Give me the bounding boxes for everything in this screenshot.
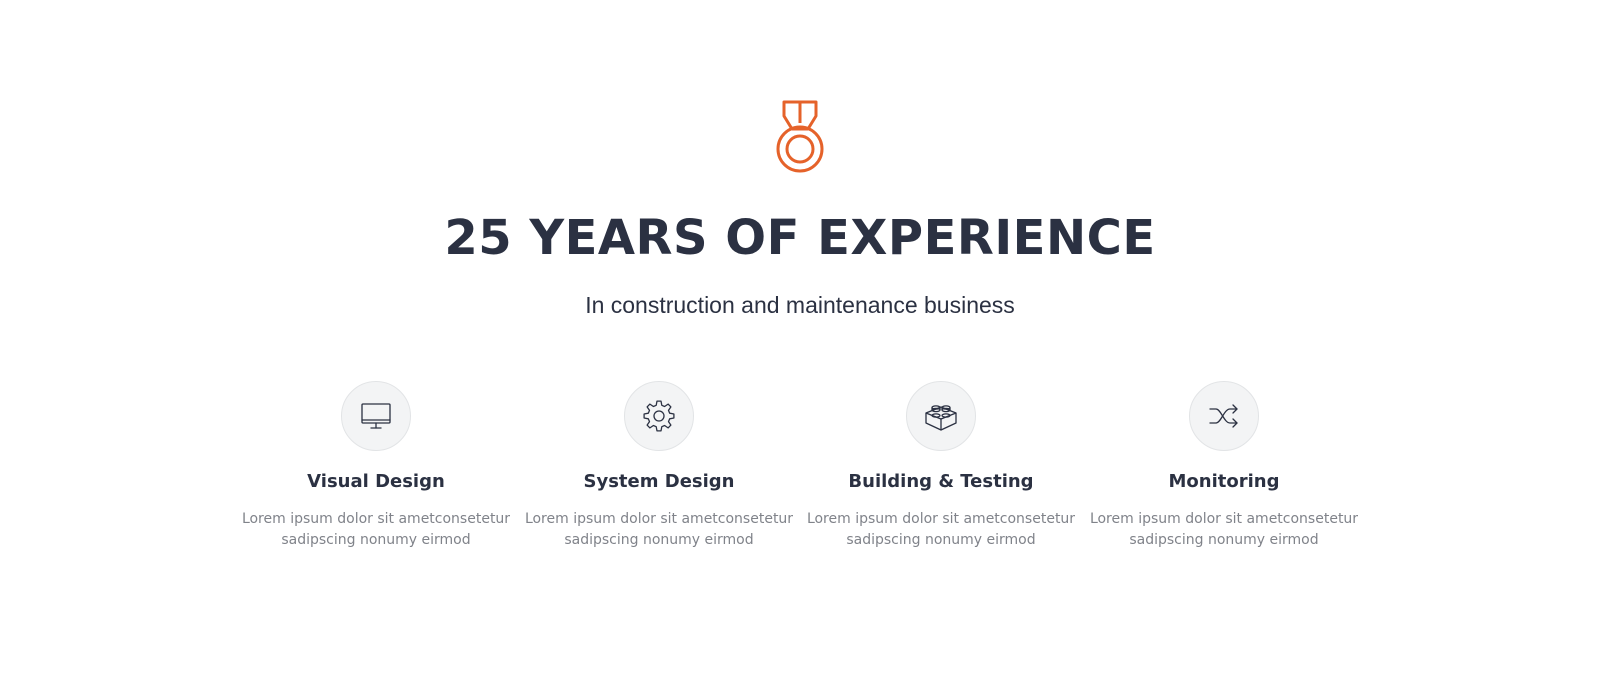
feature-description-line: sadipscing nonumy eirmod: [564, 532, 754, 548]
feature-title: Monitoring: [1168, 471, 1280, 492]
feature-title: Visual Design: [307, 471, 445, 492]
feature-description-line: Lorem ipsum dolor sit ametconsetetur: [524, 511, 794, 527]
feature-description-line: Lorem ipsum dolor sit ametconsetetur: [241, 511, 511, 527]
feature-description: Lorem ipsum dolor sit ametconsetetur sad…: [1083, 509, 1365, 551]
shuffle-icon: [1189, 381, 1259, 451]
feature-description-line: sadipscing nonumy eirmod: [281, 532, 471, 548]
feature-description-line: sadipscing nonumy eirmod: [846, 532, 1036, 548]
lego-brick-icon: [906, 381, 976, 451]
feature-description-line: Lorem ipsum dolor sit ametconsetetur: [806, 511, 1076, 527]
features-row: Visual Design Lorem ipsum dolor sit amet…: [235, 381, 1365, 561]
feature-title: Building & Testing: [848, 471, 1034, 492]
medal-icon: [774, 99, 826, 177]
feature-description-line: Lorem ipsum dolor sit ametconsetetur: [1089, 511, 1359, 527]
feature-description: Lorem ipsum dolor sit ametconsetetur sad…: [800, 509, 1082, 551]
feature-description: Lorem ipsum dolor sit ametconsetetur sad…: [518, 509, 800, 551]
monitor-icon: [341, 381, 411, 451]
page-title: 25 YEARS OF EXPERIENCE: [444, 210, 1156, 266]
feature-description: Lorem ipsum dolor sit ametconsetetur sad…: [235, 509, 517, 551]
feature-description-line: sadipscing nonumy eirmod: [1129, 532, 1319, 548]
feature-title: System Design: [583, 471, 735, 492]
page-subtitle: In construction and maintenance business: [585, 292, 1015, 318]
gear-icon: [624, 381, 694, 451]
